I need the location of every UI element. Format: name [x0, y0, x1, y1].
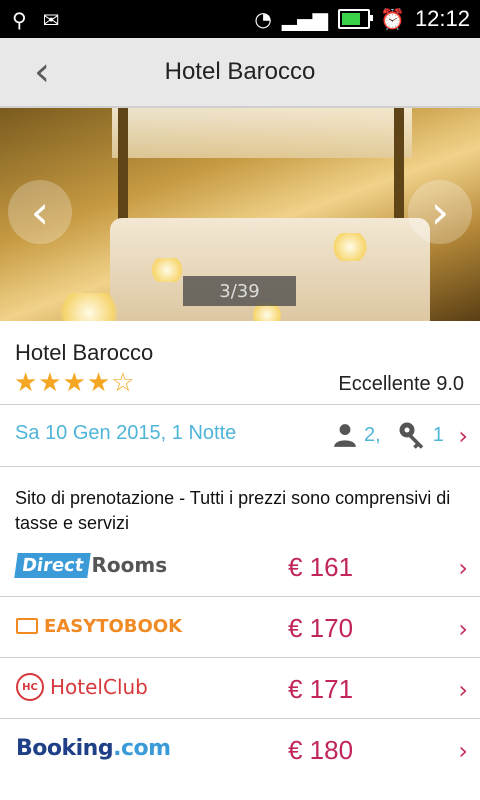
offer-price: € 171	[288, 674, 354, 704]
guests-rooms[interactable]: 2, 1	[332, 420, 444, 450]
chevron-right-icon: ›	[430, 185, 450, 239]
wifi-icon: ◔	[254, 7, 272, 31]
chevron-right-icon: ›	[458, 615, 468, 643]
status-time: 12:12	[414, 6, 470, 31]
gallery-image-lamp	[60, 293, 118, 321]
offer-price: € 180	[288, 735, 354, 765]
sms-icon: ✉	[42, 8, 60, 32]
offer-price: € 161	[288, 552, 354, 582]
chevron-left-icon: ‹	[30, 185, 50, 239]
battery-icon	[338, 9, 374, 29]
person-icon	[334, 424, 356, 447]
offer-row-hotelclub[interactable]: HC HotelClub € 171 ›	[0, 658, 480, 719]
rooms-count: 1	[432, 423, 444, 446]
logo-text: Direct	[14, 552, 92, 578]
chevron-right-icon: ›	[458, 554, 468, 582]
alarm-icon: ⏰	[380, 7, 405, 31]
guests-count: 2,	[364, 423, 381, 446]
chevron-right-icon: ›	[458, 676, 468, 704]
directrooms-logo: Direct Rooms	[14, 550, 168, 580]
offer-row-directrooms[interactable]: Direct Rooms € 161 ›	[0, 536, 480, 597]
chevron-right-icon: ›	[458, 422, 468, 450]
page-title: Hotel Barocco	[164, 58, 316, 85]
gallery-image-lamp	[150, 258, 184, 282]
gallery-image-lamp	[332, 233, 368, 261]
logo-text: EASYTOBOOK	[44, 615, 183, 637]
key-icon	[399, 422, 423, 449]
signal-icon: ▂▄▆	[281, 7, 329, 31]
status-bar: ⚲ ✉ ◔ ▂▄▆ ⏰ 12:12	[0, 0, 480, 38]
hotelclub-logo: HC HotelClub	[16, 672, 148, 702]
easytobook-logo: EASYTOBOOK	[16, 611, 182, 641]
app-bar: ‹ Hotel Barocco	[0, 38, 480, 108]
logo-text: .com	[113, 735, 171, 761]
gallery-next-button[interactable]: ›	[408, 180, 472, 244]
usb-icon: ⚲	[12, 8, 27, 32]
hotelclub-icon: HC	[16, 673, 44, 701]
offers-header: Sito di prenotazione - Tutti i prezzi so…	[15, 488, 451, 533]
chevron-right-icon: ›	[458, 737, 468, 765]
bed-icon	[16, 618, 38, 634]
star-rating: ★★★★☆	[14, 368, 136, 398]
offer-row-easytobook[interactable]: EASYTOBOOK € 170 ›	[0, 597, 480, 658]
booking-date[interactable]: Sa 10 Gen 2015, 1 Notte	[15, 422, 236, 445]
hotel-name: Hotel Barocco	[15, 340, 154, 365]
logo-text: Rooms	[91, 553, 168, 577]
offer-price: € 170	[288, 613, 354, 643]
gallery-prev-button[interactable]: ‹	[8, 180, 72, 244]
gallery-counter: 3/39	[183, 276, 296, 306]
offer-row-booking[interactable]: Booking .com € 180 ›	[0, 719, 480, 779]
booking-logo: Booking .com	[16, 733, 171, 763]
guest-rating: Eccellente 9.0	[338, 373, 464, 395]
divider	[0, 466, 480, 467]
divider	[0, 404, 480, 405]
gallery-image-canopy	[112, 108, 412, 158]
logo-text: HotelClub	[50, 675, 148, 699]
logo-text: Booking	[16, 735, 114, 761]
